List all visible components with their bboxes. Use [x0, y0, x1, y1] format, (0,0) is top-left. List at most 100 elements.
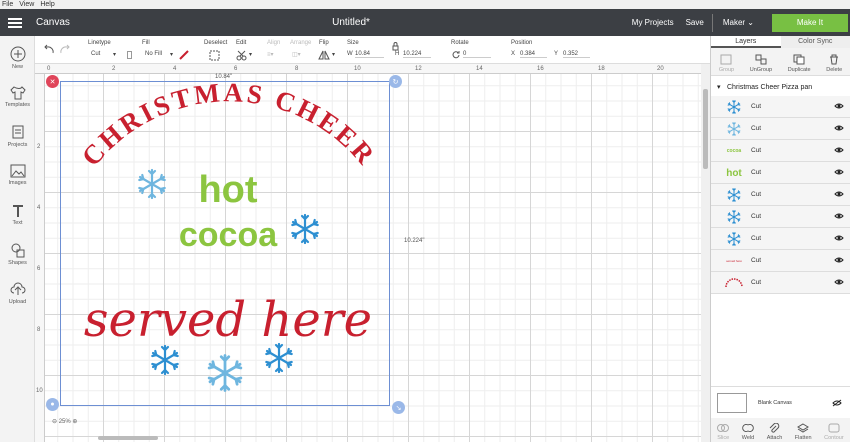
projects-icon — [12, 125, 23, 139]
duplicate-icon — [793, 54, 805, 65]
resize-handle-icon[interactable]: ↘ — [392, 401, 405, 414]
layer-item[interactable]: hot Cut — [711, 162, 850, 184]
sidebar-item-text[interactable]: Text — [0, 204, 35, 226]
group-button[interactable]: Group — [719, 54, 734, 73]
eye-icon[interactable] — [834, 102, 844, 110]
eye-icon[interactable] — [834, 234, 844, 242]
slice-button[interactable]: Slice — [717, 423, 730, 441]
y-input[interactable]: 0.352 — [563, 51, 590, 58]
delete-label: Delete — [826, 67, 843, 73]
chevron-down-icon: ▾ — [332, 52, 336, 58]
linetype-swatch[interactable] — [127, 51, 132, 59]
layer-item[interactable]: cocoa Cut — [711, 140, 850, 162]
eye-icon[interactable] — [834, 278, 844, 286]
weld-button[interactable]: Weld — [742, 423, 754, 441]
contour-button[interactable]: Contour — [824, 423, 844, 441]
sidebar-item-new[interactable]: New — [0, 46, 35, 70]
eye-icon[interactable] — [834, 146, 844, 154]
blank-canvas-row[interactable]: Blank Canvas — [711, 386, 850, 418]
eye-icon[interactable] — [834, 256, 844, 264]
duplicate-button[interactable]: Duplicate — [788, 54, 811, 73]
vertical-scrollbar[interactable] — [701, 64, 710, 442]
ruler-tick: 6 — [37, 266, 41, 272]
zoom-control[interactable]: ⊖ 25% ⊕ — [52, 418, 77, 425]
tab-color-sync[interactable]: Color Sync — [781, 36, 850, 48]
sidebar-item-images[interactable]: Images — [0, 164, 35, 186]
served-thumbnail-icon: served here — [726, 259, 742, 263]
menu-view[interactable]: View — [19, 0, 34, 9]
fill-color-icon[interactable] — [179, 50, 189, 60]
attach-button[interactable]: Attach — [767, 423, 782, 441]
layer-item[interactable]: Cut — [711, 272, 850, 294]
sidebar-item-shapes[interactable]: Shapes — [0, 242, 35, 266]
layer-item[interactable]: Cut — [711, 206, 850, 228]
tab-layers[interactable]: Layers — [711, 36, 781, 48]
eye-hidden-icon[interactable] — [832, 399, 842, 407]
arrange-icon: ◫▾ — [292, 52, 301, 58]
delete-button[interactable]: Delete — [826, 54, 842, 73]
save-link[interactable]: Save — [686, 18, 704, 27]
layer-item[interactable]: Cut — [711, 184, 850, 206]
menu-file[interactable]: File — [2, 0, 13, 9]
machine-select[interactable]: Maker ⌄ — [723, 18, 754, 27]
scroll-thumb[interactable] — [703, 89, 708, 169]
divider — [711, 13, 713, 32]
duplicate-label: Duplicate — [787, 67, 811, 73]
my-projects-link[interactable]: My Projects — [632, 18, 674, 27]
eye-icon[interactable] — [834, 212, 844, 220]
x-input[interactable]: 0.384 — [520, 51, 547, 58]
delete-handle-icon[interactable]: ✕ — [46, 75, 59, 88]
sidebar-item-templates[interactable]: Templates — [0, 86, 35, 108]
undo-icon[interactable] — [43, 44, 55, 54]
width-input[interactable]: 10.84 — [355, 51, 384, 58]
edit-label: Edit — [236, 40, 247, 46]
slice-label: Slice — [717, 435, 730, 441]
contour-icon — [828, 423, 840, 433]
layer-item[interactable]: Cut — [711, 118, 850, 140]
align-icon: ≡▾ — [267, 52, 274, 58]
snowflake-thumbnail-icon — [727, 100, 741, 114]
ungroup-icon — [755, 54, 767, 65]
selection-box[interactable] — [60, 81, 390, 406]
document-title: Untitled* — [332, 17, 370, 28]
rotate-handle-icon[interactable]: ↻ — [389, 75, 402, 88]
redo-icon[interactable] — [59, 44, 71, 54]
menu-help[interactable]: Help — [40, 0, 54, 9]
ruler-tick: 10 — [354, 66, 361, 72]
ruler-tick: 18 — [598, 66, 605, 72]
ungroup-button[interactable]: UnGroup — [750, 54, 772, 73]
design-canvas[interactable]: 0 2 4 6 8 10 12 14 16 18 20 2 4 6 8 10 C… — [35, 64, 701, 442]
chevron-down-icon[interactable]: ▾ — [717, 81, 721, 95]
eye-icon[interactable] — [834, 168, 844, 176]
sidebar-label: New — [11, 64, 23, 70]
paperclip-icon — [770, 423, 780, 433]
position-label: Position — [511, 40, 533, 46]
sidebar-label: Templates — [4, 102, 31, 108]
layer-group-row[interactable]: ▾ Christmas Cheer Pizza pan — [711, 81, 850, 95]
menu-bar: File View Help — [0, 0, 850, 9]
upload-icon — [10, 282, 25, 295]
horizontal-scrollbar[interactable] — [98, 436, 158, 440]
layer-item[interactable]: served here Cut — [711, 250, 850, 272]
lock-icon[interactable] — [392, 42, 399, 51]
height-input[interactable]: 10.224 — [403, 51, 431, 58]
flatten-label: Flatten — [794, 435, 812, 441]
flatten-button[interactable]: Flatten — [795, 423, 812, 441]
layer-item[interactable]: Cut — [711, 228, 850, 250]
sidebar-item-upload[interactable]: Upload — [0, 281, 35, 305]
ruler-tick: 4 — [173, 66, 177, 72]
eye-icon[interactable] — [834, 124, 844, 132]
group-icon — [720, 54, 732, 65]
rotate-input[interactable]: 0 — [463, 51, 491, 58]
bottom-actions: Slice Weld Attach Flatten Contour — [711, 418, 850, 442]
layer-item[interactable]: Cut — [711, 96, 850, 118]
make-it-button[interactable]: Make It — [772, 13, 848, 32]
blank-canvas-swatch[interactable] — [717, 393, 747, 413]
ruler-tick: 12 — [415, 66, 422, 72]
sidebar-item-projects[interactable]: Projects — [0, 124, 35, 148]
lock-handle-icon[interactable]: ● — [46, 398, 59, 411]
eye-icon[interactable] — [834, 190, 844, 198]
hot-thumbnail-icon: hot — [726, 167, 742, 179]
cocoa-thumbnail-icon: cocoa — [726, 148, 742, 154]
ruler-tick: 8 — [37, 327, 41, 333]
